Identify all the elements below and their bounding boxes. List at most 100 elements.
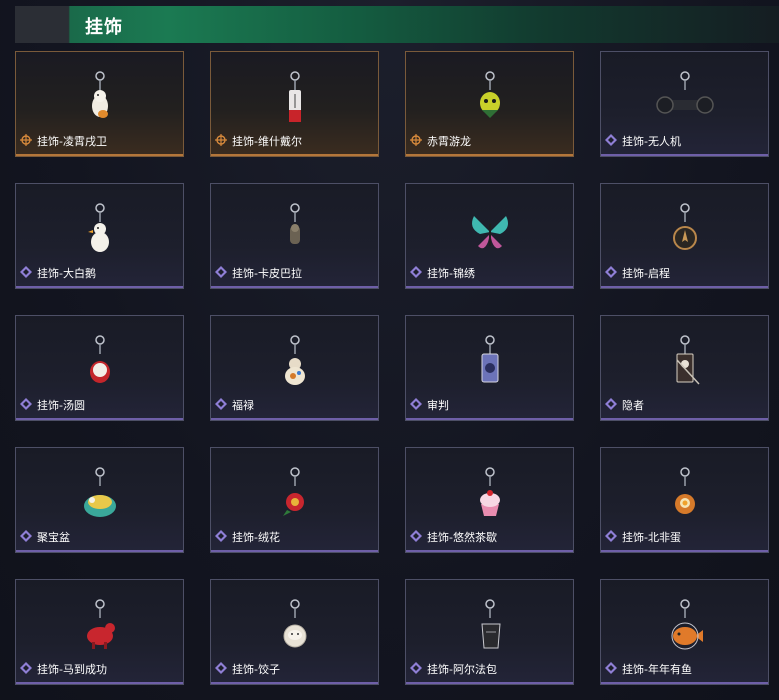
orange-rarity-icon <box>215 131 227 150</box>
orange-rarity-icon <box>20 131 32 150</box>
compass-charm-icon <box>655 202 715 262</box>
dragon-head-charm-icon <box>460 70 520 130</box>
purple-rarity-icon <box>605 263 617 282</box>
charm-card[interactable]: 挂饰-大白鹅 <box>15 183 184 289</box>
flower-charm-icon <box>265 466 325 526</box>
charm-label-row: 赤霄游龙 <box>410 131 471 150</box>
charm-name: 挂饰-大白鹅 <box>37 266 96 280</box>
orange-rarity-icon <box>410 131 422 150</box>
charm-name: 审判 <box>427 398 449 412</box>
treasure-bowl-charm-icon <box>70 466 130 526</box>
charm-card[interactable]: 审判 <box>405 315 574 421</box>
charm-label-row: 挂饰-卡皮巴拉 <box>215 263 302 282</box>
charm-name: 聚宝盆 <box>37 530 70 544</box>
purple-rarity-icon <box>215 395 227 414</box>
purple-rarity-icon <box>605 131 617 150</box>
charm-card[interactable]: 挂饰-饺子 <box>210 579 379 685</box>
charm-label-row: 挂饰-锦绣 <box>410 263 475 282</box>
charm-label-row: 聚宝盆 <box>20 527 70 546</box>
charm-card[interactable]: 福禄 <box>210 315 379 421</box>
charm-card[interactable]: 挂饰-年年有鱼 <box>600 579 769 685</box>
purple-rarity-icon <box>20 263 32 282</box>
charm-label-row: 挂饰-北非蛋 <box>605 527 681 546</box>
charm-card[interactable]: 挂饰-阿尔法包 <box>405 579 574 685</box>
purple-rarity-icon <box>410 395 422 414</box>
tarot-charm-icon <box>655 334 715 394</box>
charm-card[interactable]: 聚宝盆 <box>15 447 184 553</box>
charm-card[interactable]: 赤霄游龙 <box>405 51 574 157</box>
charm-card[interactable]: 挂饰-维什戴尔 <box>210 51 379 157</box>
gourd-charm-icon <box>265 334 325 394</box>
charm-name: 挂饰-维什戴尔 <box>232 134 302 148</box>
charm-card[interactable]: 挂饰-凌霄戌卫 <box>15 51 184 157</box>
charm-card[interactable]: 挂饰-卡皮巴拉 <box>210 183 379 289</box>
charm-label-row: 挂饰-凌霄戌卫 <box>20 131 107 150</box>
charm-label-row: 挂饰-无人机 <box>605 131 681 150</box>
charm-card[interactable]: 挂饰-北非蛋 <box>600 447 769 553</box>
purple-rarity-icon <box>410 263 422 282</box>
charm-label-row: 挂饰-大白鹅 <box>20 263 96 282</box>
charm-label-row: 隐者 <box>605 395 644 414</box>
horse-charm-icon <box>70 598 130 658</box>
charm-name: 挂饰-启程 <box>622 266 670 280</box>
purple-rarity-icon <box>20 395 32 414</box>
charm-name: 赤霄游龙 <box>427 134 471 148</box>
charm-label-row: 挂饰-启程 <box>605 263 670 282</box>
charm-label-row: 挂饰-年年有鱼 <box>605 659 692 678</box>
butterfly-charm-icon <box>460 202 520 262</box>
charm-name: 挂饰-凌霄戌卫 <box>37 134 107 148</box>
charm-card[interactable]: 挂饰-绒花 <box>210 447 379 553</box>
dumpling-bowl-charm-icon <box>70 334 130 394</box>
purple-rarity-icon <box>215 263 227 282</box>
fish-charm-icon <box>655 598 715 658</box>
charm-name: 挂饰-北非蛋 <box>622 530 681 544</box>
charm-label-row: 挂饰-阿尔法包 <box>410 659 497 678</box>
charm-name: 挂饰-饺子 <box>232 662 280 676</box>
charm-name: 挂饰-悠然茶歇 <box>427 530 497 544</box>
charm-name: 挂饰-卡皮巴拉 <box>232 266 302 280</box>
charm-label-row: 挂饰-绒花 <box>215 527 280 546</box>
charm-name: 挂饰-无人机 <box>622 134 681 148</box>
purple-rarity-icon <box>605 659 617 678</box>
charm-name: 挂饰-年年有鱼 <box>622 662 692 676</box>
dog-charm-icon <box>70 70 130 130</box>
purple-rarity-icon <box>410 527 422 546</box>
charm-label-row: 审判 <box>410 395 449 414</box>
charm-card[interactable]: 挂饰-无人机 <box>600 51 769 157</box>
tag-charm-icon <box>265 70 325 130</box>
charm-card[interactable]: 挂饰-马到成功 <box>15 579 184 685</box>
egg-dish-charm-icon <box>655 466 715 526</box>
purple-rarity-icon <box>605 395 617 414</box>
charm-name: 福禄 <box>232 398 254 412</box>
capybara-charm-icon <box>265 202 325 262</box>
charm-label-row: 挂饰-饺子 <box>215 659 280 678</box>
purple-rarity-icon <box>215 659 227 678</box>
charm-label-row: 挂饰-维什戴尔 <box>215 131 302 150</box>
charm-name: 挂饰-绒花 <box>232 530 280 544</box>
charm-label-row: 挂饰-汤圆 <box>20 395 85 414</box>
purple-rarity-icon <box>410 659 422 678</box>
drone-charm-icon <box>655 70 715 130</box>
purple-rarity-icon <box>20 527 32 546</box>
charm-name: 挂饰-马到成功 <box>37 662 107 676</box>
purple-rarity-icon <box>20 659 32 678</box>
charm-name: 挂饰-阿尔法包 <box>427 662 497 676</box>
charm-card[interactable]: 挂饰-悠然茶歇 <box>405 447 574 553</box>
charm-grid: 挂饰-凌霄戌卫 挂饰-维什戴尔 赤霄游龙 挂饰-无人机 挂饰-大白鹅 挂饰-卡皮巴拉 挂饰-… <box>15 51 769 685</box>
goose-charm-icon <box>70 202 130 262</box>
card-charm-icon <box>460 334 520 394</box>
charm-name: 隐者 <box>622 398 644 412</box>
charm-name: 挂饰-锦绣 <box>427 266 475 280</box>
charm-card[interactable]: 挂饰-启程 <box>600 183 769 289</box>
purple-rarity-icon <box>215 527 227 546</box>
cupcake-charm-icon <box>460 466 520 526</box>
charm-name: 挂饰-汤圆 <box>37 398 85 412</box>
section-header: 挂饰 <box>15 6 779 43</box>
charm-card[interactable]: 挂饰-锦绣 <box>405 183 574 289</box>
bag-charm-icon <box>460 598 520 658</box>
section-title: 挂饰 <box>85 17 123 38</box>
charm-label-row: 福禄 <box>215 395 254 414</box>
charm-card[interactable]: 隐者 <box>600 315 769 421</box>
charm-label-row: 挂饰-马到成功 <box>20 659 107 678</box>
charm-card[interactable]: 挂饰-汤圆 <box>15 315 184 421</box>
